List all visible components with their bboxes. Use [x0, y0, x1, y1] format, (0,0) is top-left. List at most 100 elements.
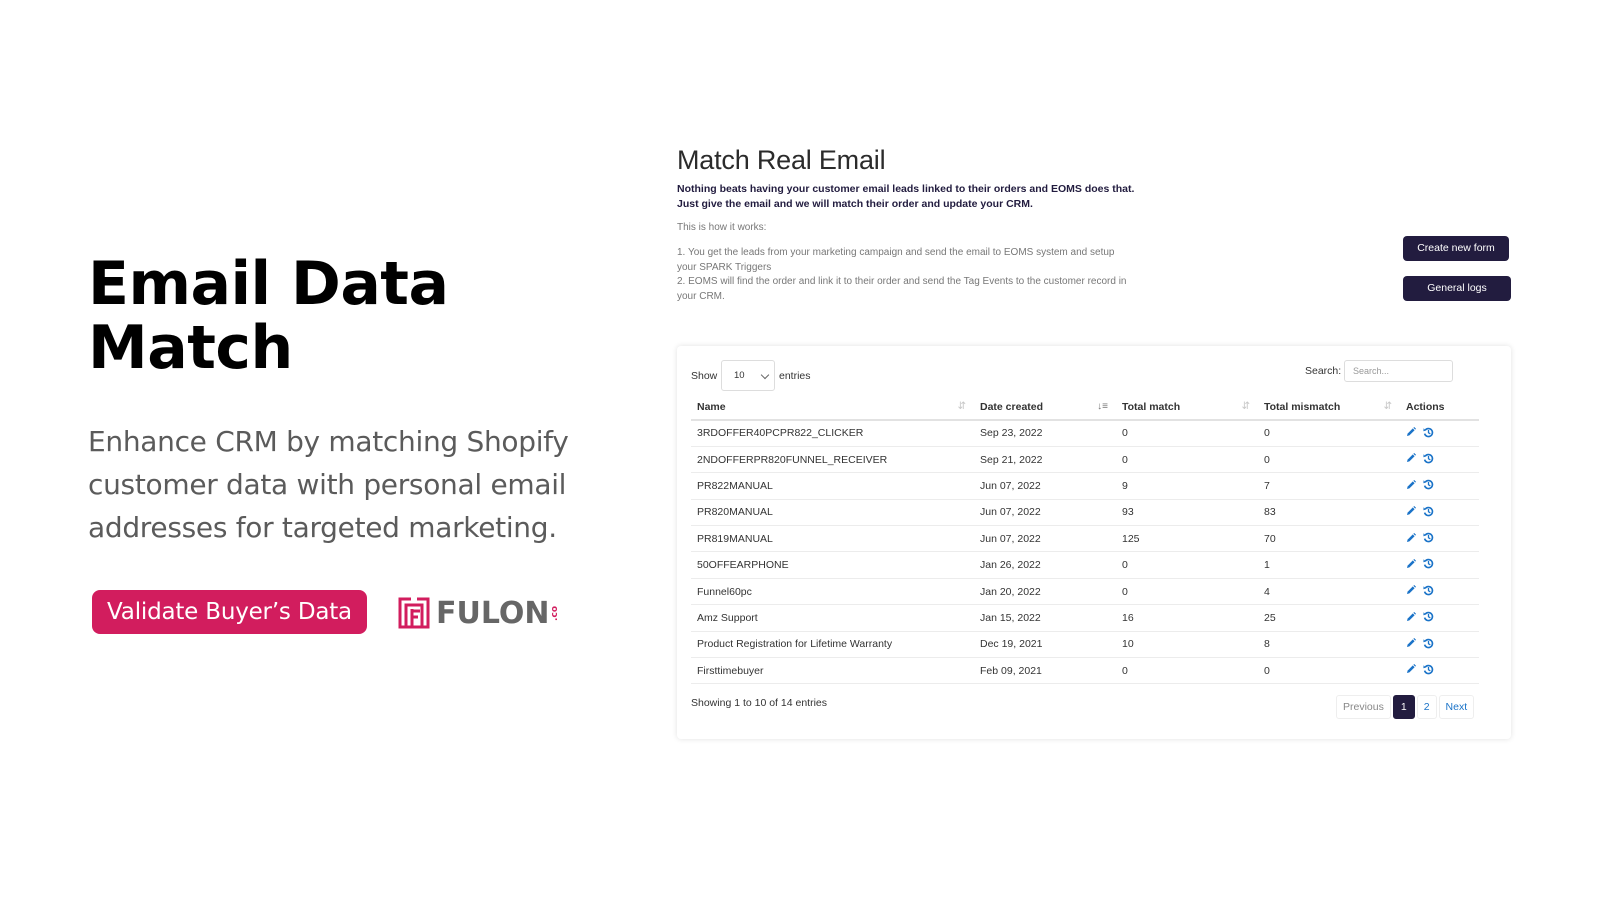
- column-header-label: Name: [697, 400, 726, 413]
- table-row: Firsttimebuyer Feb 09, 2021 0 0: [691, 657, 1479, 685]
- cell-date-created: Jan 20, 2022: [974, 578, 1116, 606]
- pagination-page-1[interactable]: 1: [1392, 695, 1415, 719]
- history-icon[interactable]: [1423, 611, 1434, 622]
- page-length-value: 10: [734, 370, 745, 381]
- cell-total-mismatch: 25: [1258, 604, 1400, 632]
- cell-total-mismatch: 70: [1258, 525, 1400, 553]
- cell-actions: [1400, 472, 1479, 500]
- chevron-down-icon: [760, 370, 770, 380]
- cell-total-mismatch: 7: [1258, 472, 1400, 500]
- cell-actions: [1400, 631, 1479, 659]
- history-icon[interactable]: [1423, 664, 1434, 675]
- cell-name: PR822MANUAL: [691, 472, 974, 500]
- pencil-icon[interactable]: [1406, 558, 1416, 569]
- column-header-actions: Actions: [1400, 394, 1479, 421]
- pencil-icon[interactable]: [1406, 453, 1416, 463]
- hero-title: Email Data Match: [88, 249, 449, 383]
- cell-date-created: Feb 09, 2021: [974, 657, 1116, 685]
- pencil-icon[interactable]: [1406, 506, 1416, 516]
- history-icon[interactable]: [1423, 506, 1434, 517]
- column-header-date-created[interactable]: Date created ↓≡: [974, 394, 1116, 421]
- cell-total-match: 125: [1116, 525, 1258, 553]
- pencil-icon[interactable]: [1406, 611, 1416, 622]
- cell-total-mismatch: 0: [1258, 446, 1400, 474]
- validate-buyers-data-button[interactable]: Validate Buyer’s Data: [92, 590, 367, 634]
- table-row: PR819MANUAL Jun 07, 2022 125 70: [691, 525, 1479, 553]
- pencil-icon[interactable]: [1406, 638, 1416, 648]
- table-row: PR822MANUAL Jun 07, 2022 9 7: [691, 472, 1479, 500]
- column-header-name[interactable]: Name ⇵: [691, 394, 974, 421]
- table-row: PR820MANUAL Jun 07, 2022 93 83: [691, 499, 1479, 527]
- table-info: Showing 1 to 10 of 14 entries: [691, 697, 828, 709]
- cell-total-mismatch: 83: [1258, 499, 1400, 527]
- cell-name: PR819MANUAL: [691, 525, 974, 553]
- history-icon[interactable]: [1423, 532, 1434, 543]
- cell-date-created: Jun 07, 2022: [974, 472, 1116, 500]
- column-header-total-mismatch[interactable]: Total mismatch ⇵: [1258, 394, 1400, 421]
- cell-date-created: Jun 07, 2022: [974, 499, 1116, 527]
- cell-date-created: Sep 21, 2022: [974, 446, 1116, 474]
- cell-name: 2NDOFFERPR820FUNNEL_RECEIVER: [691, 446, 974, 474]
- column-header-label: Actions: [1406, 400, 1445, 413]
- create-new-form-button[interactable]: Create new form: [1403, 236, 1509, 261]
- cell-date-created: Sep 23, 2022: [974, 420, 1116, 447]
- history-icon[interactable]: [1423, 453, 1434, 464]
- fulon-logo-mark-icon: [398, 597, 430, 629]
- history-icon[interactable]: [1423, 585, 1434, 596]
- cell-actions: [1400, 657, 1479, 685]
- pencil-icon[interactable]: [1406, 479, 1416, 490]
- table-row: Amz Support Jan 15, 2022 16 25: [691, 604, 1479, 632]
- entries-label: entries: [779, 370, 811, 382]
- cell-name: 50OFFEARPHONE: [691, 551, 974, 579]
- pencil-icon[interactable]: [1406, 427, 1416, 437]
- cell-total-mismatch: 4: [1258, 578, 1400, 606]
- pagination-page-2[interactable]: 2: [1416, 695, 1437, 719]
- cell-total-match: 0: [1116, 420, 1258, 447]
- cell-total-match: 0: [1116, 446, 1258, 474]
- column-header-total-match[interactable]: Total match ⇵: [1116, 394, 1258, 421]
- cell-total-match: 9: [1116, 472, 1258, 500]
- cell-date-created: Dec 19, 2021: [974, 631, 1116, 659]
- general-logs-button[interactable]: General logs: [1403, 276, 1511, 301]
- cell-total-mismatch: 0: [1258, 657, 1400, 685]
- pagination-previous[interactable]: Previous: [1336, 695, 1391, 719]
- cell-total-mismatch: 1: [1258, 551, 1400, 579]
- pagination: Previous 1 2 Next: [1336, 695, 1475, 719]
- search-input[interactable]: [1344, 360, 1453, 382]
- cell-total-match: 0: [1116, 551, 1258, 579]
- history-icon[interactable]: [1423, 427, 1434, 438]
- pencil-icon[interactable]: [1406, 664, 1416, 674]
- forms-table: Name ⇵ Date created ↓≡ Total match ⇵ Total …: [691, 394, 1479, 685]
- cell-actions: [1400, 446, 1479, 474]
- table-row: Product Registration for Lifetime Warran…: [691, 631, 1479, 659]
- column-header-label: Total match: [1122, 400, 1181, 413]
- cell-actions: [1400, 525, 1479, 553]
- history-icon[interactable]: [1423, 479, 1434, 490]
- cell-name: PR820MANUAL: [691, 499, 974, 527]
- brand-suffix: .co: [549, 605, 560, 621]
- history-icon[interactable]: [1423, 558, 1434, 569]
- page-length-select[interactable]: 10: [721, 360, 775, 391]
- column-header-label: Date created: [980, 400, 1044, 413]
- brand-name: FULON: [436, 595, 550, 631]
- pagination-next[interactable]: Next: [1438, 695, 1475, 719]
- cell-actions: [1400, 420, 1479, 447]
- how-it-works-label: This is how it works:: [677, 222, 767, 233]
- fulon-logo: FULON .co: [398, 595, 560, 631]
- column-header-label: Total mismatch: [1264, 400, 1341, 413]
- table-row: 2NDOFFERPR820FUNNEL_RECEIVER Sep 21, 2022…: [691, 446, 1479, 474]
- pencil-icon[interactable]: [1406, 532, 1416, 543]
- cell-total-mismatch: 0: [1258, 420, 1400, 447]
- table-row: Funnel60pc Jan 20, 2022 0 4: [691, 578, 1479, 606]
- cell-name: Product Registration for Lifetime Warran…: [691, 631, 974, 659]
- cell-actions: [1400, 604, 1479, 632]
- history-icon[interactable]: [1423, 638, 1434, 649]
- show-label: Show: [691, 370, 718, 382]
- step-1: 1. You get the leads from your marketing…: [677, 247, 1115, 273]
- table-header-row: Name ⇵ Date created ↓≡ Total match ⇵ Total …: [691, 394, 1479, 421]
- step-2: 2. EOMS will find the order and link it …: [677, 276, 1127, 302]
- pencil-icon[interactable]: [1406, 585, 1416, 595]
- cell-name: Firsttimebuyer: [691, 657, 974, 685]
- page-title: Match Real Email: [677, 145, 886, 175]
- hero-description: Enhance CRM by matching Shopify customer…: [88, 425, 569, 544]
